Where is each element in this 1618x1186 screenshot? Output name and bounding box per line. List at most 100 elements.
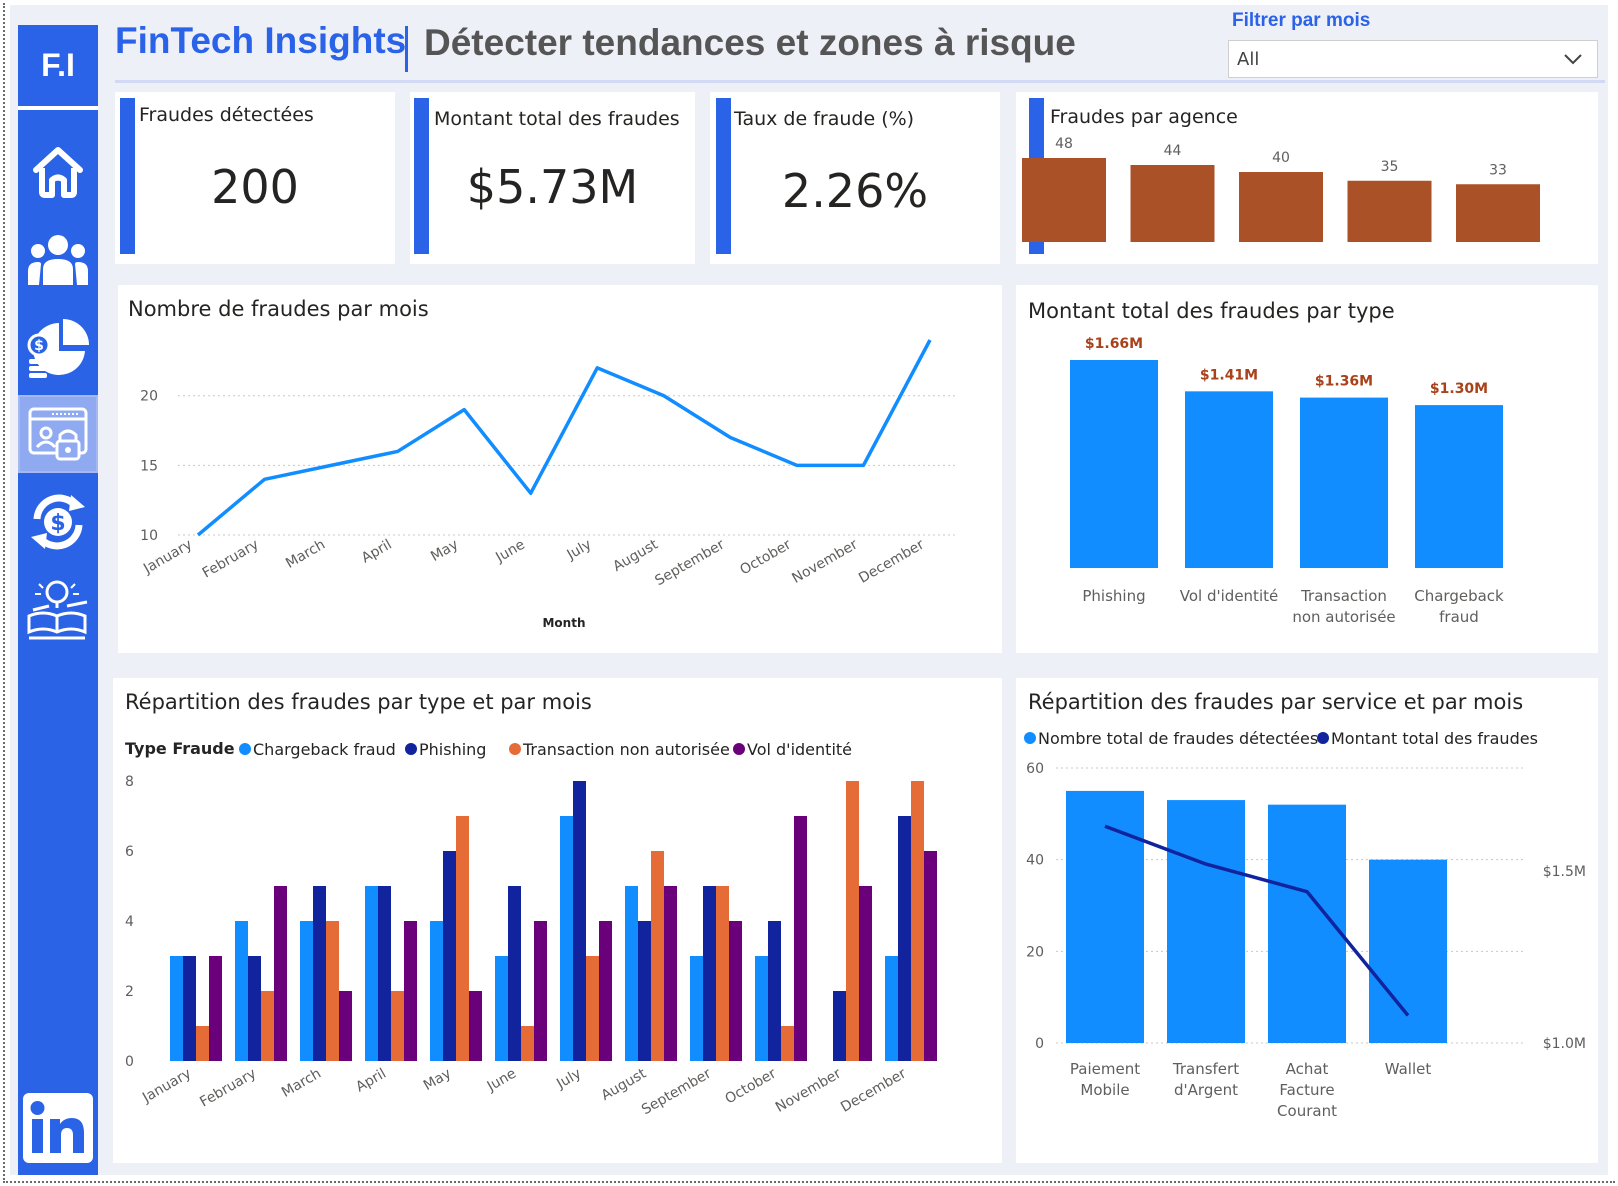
x-tick-label: Mobile <box>1080 1081 1129 1099</box>
logo[interactable]: F.I <box>18 25 98 110</box>
x-tick-label: Wallet <box>1385 1060 1432 1078</box>
legend-label: Phishing <box>419 740 486 759</box>
bar <box>885 956 898 1061</box>
header-divider <box>115 80 1605 83</box>
x-tick-label: July <box>553 1066 584 1093</box>
data-label: $1.30M <box>1430 381 1488 397</box>
bar <box>430 921 443 1061</box>
bar <box>1300 397 1388 568</box>
legend-label: Vol d'identité <box>747 740 852 759</box>
nav-team[interactable] <box>18 220 98 298</box>
x-tick-label: October <box>737 536 794 578</box>
finance-chart-icon: $ <box>27 319 89 378</box>
data-label: 33 <box>1489 162 1507 178</box>
bar <box>1347 180 1432 242</box>
bar <box>521 1026 534 1061</box>
bar <box>1070 360 1158 568</box>
data-label: 35 <box>1381 159 1399 175</box>
bar <box>625 886 638 1061</box>
linkedin-icon[interactable] <box>23 1093 93 1163</box>
bar <box>313 886 326 1061</box>
bar <box>586 956 599 1061</box>
bar <box>1415 405 1503 568</box>
y-tick-label: 0 <box>1035 1036 1044 1052</box>
bar <box>638 921 651 1061</box>
legend-label: Transaction non autorisée <box>522 740 730 759</box>
x-tick-label: June <box>484 1066 519 1096</box>
bar <box>209 956 222 1061</box>
kpi-value: 2.26% <box>781 164 929 218</box>
bar <box>703 886 716 1061</box>
chart-mois: 101520January February March April May June Ju… <box>140 339 958 630</box>
bar <box>235 921 248 1061</box>
kpi-card-taux: Taux de fraude (%) 2.26% <box>710 92 1000 264</box>
x-tick-label: June <box>492 537 527 567</box>
ideas-icon <box>27 580 88 640</box>
y-tick-label: 2 <box>125 984 134 1000</box>
nav-currency-exchange[interactable]: $ <box>18 483 98 561</box>
x-tick-label: February <box>200 537 262 582</box>
x-tick-label: Phishing <box>1082 587 1145 605</box>
kpi-card-montant: Montant total des fraudes $5.73M <box>410 92 695 264</box>
x-tick-label: September <box>639 1065 714 1118</box>
x-tick-label: July <box>564 537 595 564</box>
x-tick-label: August <box>599 1065 650 1104</box>
legend-marker <box>1317 732 1329 744</box>
x-tick-label: February <box>197 1066 259 1111</box>
series-line <box>196 339 932 537</box>
bar <box>781 1026 794 1061</box>
bar <box>690 956 703 1061</box>
legend-label: Nombre total de fraudes détectées <box>1038 729 1318 748</box>
x-tick-label: September <box>652 536 727 589</box>
legend-marker <box>1024 732 1036 744</box>
y-tick-label: 10 <box>140 528 158 544</box>
x-axis-title: Month <box>542 616 585 630</box>
data-label: 48 <box>1055 136 1073 152</box>
bar <box>573 781 586 1061</box>
nav-ideas[interactable] <box>18 570 98 648</box>
bar <box>248 956 261 1061</box>
bar <box>378 886 391 1061</box>
card-fraudes-par-mois: Nombre de fraudes par mois 10 15 20 January… <box>118 285 1002 653</box>
bar <box>1369 859 1447 1043</box>
x-tick-label: December <box>838 1065 909 1115</box>
bar <box>261 991 274 1061</box>
nav-fraud-security[interactable] <box>18 395 98 473</box>
bar <box>794 816 807 1061</box>
bar <box>599 921 612 1061</box>
bar <box>898 816 911 1061</box>
bar <box>1167 800 1245 1043</box>
bar <box>495 956 508 1061</box>
nav-home[interactable] <box>18 133 98 211</box>
legend-marker <box>239 743 251 755</box>
bar <box>456 816 469 1061</box>
home-icon <box>33 147 83 198</box>
y-tick-label: 20 <box>140 389 158 405</box>
legend-marker <box>509 743 521 755</box>
x-tick-label: March <box>279 1066 324 1101</box>
x-tick-label: April <box>359 537 395 567</box>
sidebar: F.I $ $ <box>18 25 98 1175</box>
y-tick-label: 6 <box>125 844 134 860</box>
data-label: $1.41M <box>1200 367 1258 383</box>
bar <box>716 886 729 1061</box>
fraud-security-icon <box>28 407 88 461</box>
y2-tick-label: $1.0M <box>1543 1036 1586 1052</box>
legend-marker <box>405 743 417 755</box>
bar <box>833 991 846 1061</box>
card-montant-par-type: Montant total des fraudes par type $1.66… <box>1016 285 1598 653</box>
data-label: $1.66M <box>1085 336 1143 352</box>
x-tick-label: November <box>789 536 860 586</box>
bar <box>170 956 183 1061</box>
chart-agence: 48 44 40 35 33 <box>1022 136 1540 242</box>
card-repartition-service-mois: Répartition des fraudes par service et p… <box>1016 678 1598 1163</box>
data-label: 44 <box>1164 143 1182 159</box>
bar <box>664 886 677 1061</box>
y-tick-label: 60 <box>1026 761 1044 777</box>
legend-marker <box>733 743 745 755</box>
nav-finance[interactable]: $ <box>18 308 98 386</box>
bar <box>274 886 287 1061</box>
title-separator <box>405 26 408 72</box>
bar <box>534 921 547 1061</box>
month-filter-dropdown[interactable]: All <box>1228 40 1598 78</box>
